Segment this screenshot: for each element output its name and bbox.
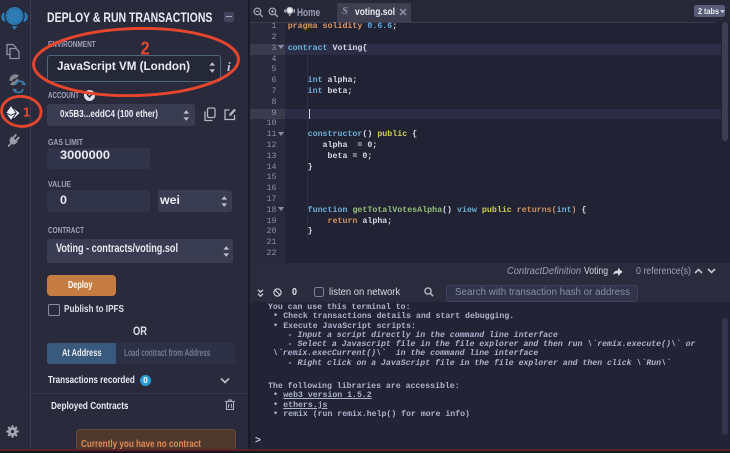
- svg-text:1: 1: [23, 105, 30, 120]
- svg-text:2: 2: [141, 38, 150, 59]
